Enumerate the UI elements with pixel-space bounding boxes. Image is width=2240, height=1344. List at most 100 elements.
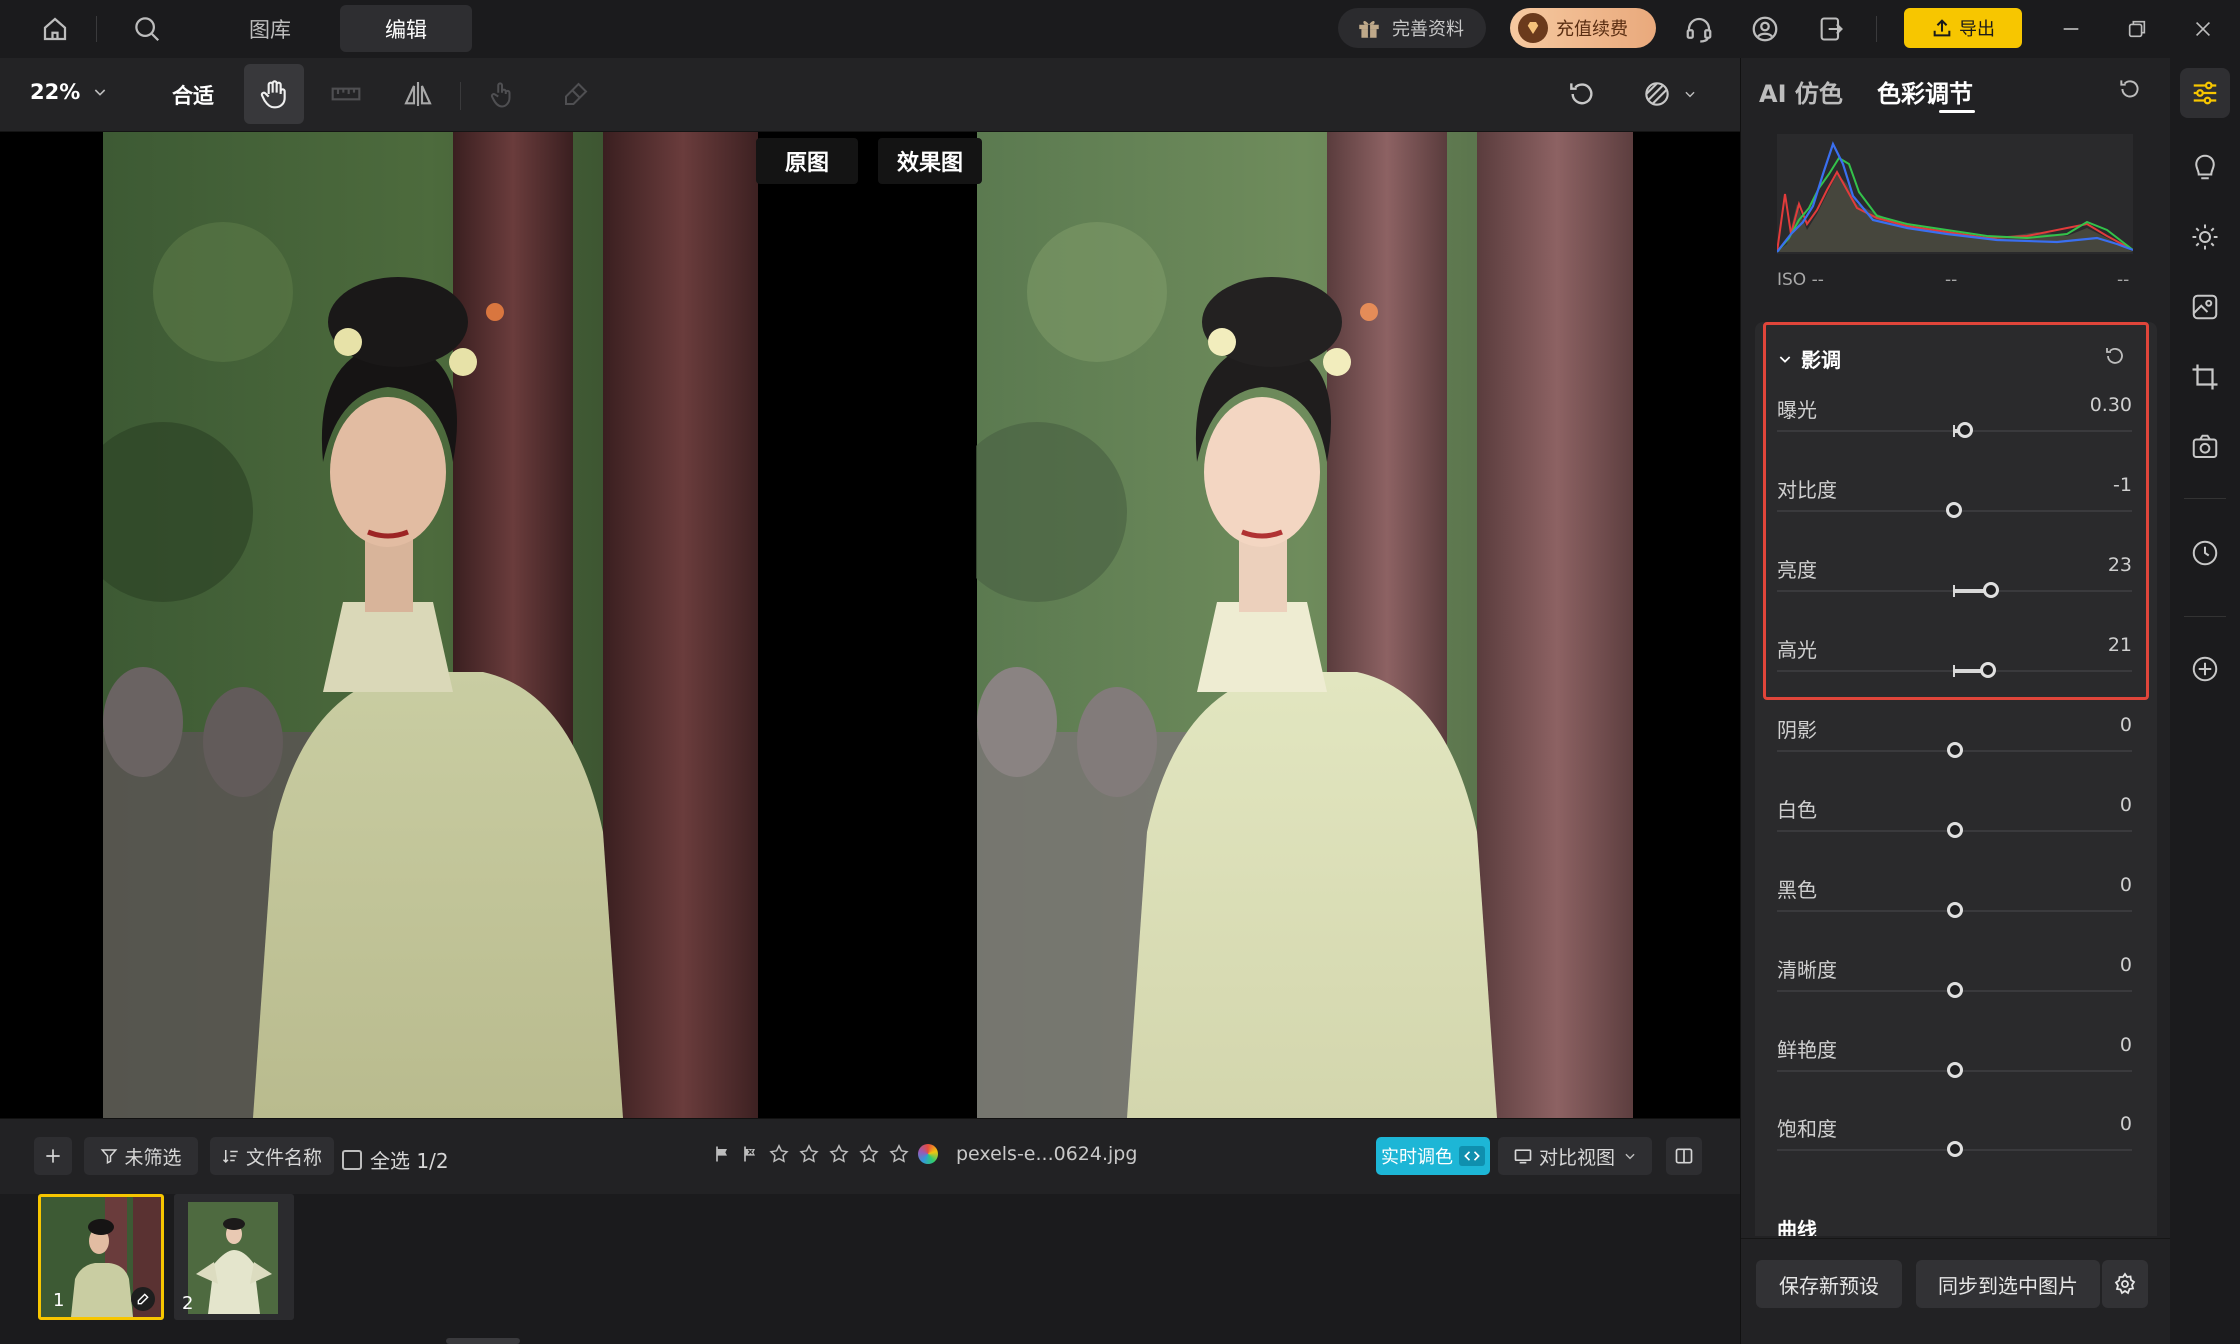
eraser-tool[interactable] — [546, 64, 606, 124]
light-button[interactable] — [2180, 212, 2230, 262]
tab-ai-color[interactable]: AI 仿色 — [1759, 74, 1843, 109]
hand-tool[interactable] — [244, 64, 304, 124]
slider-value[interactable]: 0 — [2120, 794, 2132, 816]
slider-knob[interactable] — [1946, 502, 1962, 518]
crop-button[interactable] — [2180, 352, 2230, 402]
slider-blacks[interactable]: 黑色 0 — [1777, 874, 2132, 954]
star-icon[interactable] — [768, 1143, 790, 1165]
slider-value[interactable]: 0.30 — [2090, 394, 2132, 416]
slider-knob[interactable] — [1947, 742, 1963, 758]
slider-saturation[interactable]: 饱和度 0 — [1777, 1113, 2132, 1193]
image-adjust-button[interactable] — [2180, 282, 2230, 332]
adjust-sliders-button[interactable] — [2180, 68, 2230, 118]
slider-knob[interactable] — [1980, 662, 1996, 678]
slider-clarity[interactable]: 清晰度 0 — [1777, 954, 2132, 1034]
profile-button[interactable]: 完善资料 — [1338, 8, 1486, 48]
slider-knob[interactable] — [1947, 1062, 1963, 1078]
close-icon[interactable] — [2182, 8, 2224, 50]
curves-section[interactable]: 曲线 — [1755, 1194, 2157, 1236]
compare-view-select[interactable]: 对比视图 — [1498, 1137, 1652, 1175]
slider-shadows[interactable]: 阴影 0 — [1777, 714, 2132, 794]
slider-whites[interactable]: 白色 0 — [1777, 794, 2132, 874]
sort-label: 文件名称 — [245, 1146, 322, 1169]
slider-knob[interactable] — [1947, 982, 1963, 998]
slider-value[interactable]: 21 — [2108, 634, 2132, 656]
color-label-icon[interactable] — [918, 1144, 938, 1164]
thumbnail-1[interactable]: 1 — [38, 1194, 164, 1320]
add-tool-button[interactable] — [2180, 644, 2230, 694]
add-button[interactable] — [34, 1137, 72, 1175]
sort-button[interactable]: 文件名称 — [210, 1137, 334, 1175]
slider-knob[interactable] — [1947, 902, 1963, 918]
original-label: 原图 — [756, 138, 858, 184]
touch-tool[interactable] — [472, 64, 532, 124]
home-icon[interactable] — [34, 8, 76, 50]
slider-label: 黑色 — [1777, 878, 1817, 902]
gear-icon — [2113, 1272, 2137, 1296]
portrait-button[interactable] — [2180, 142, 2230, 192]
split-view-button[interactable] — [1666, 1137, 1702, 1175]
search-icon[interactable] — [126, 8, 168, 50]
filmstrip-scrollbar[interactable] — [446, 1338, 520, 1344]
slider-knob[interactable] — [1957, 422, 1973, 438]
thumbnail-2[interactable]: 2 — [174, 1194, 294, 1320]
undo-button[interactable] — [1552, 64, 1612, 124]
slider-knob[interactable] — [1983, 582, 1999, 598]
tab-library[interactable]: 图库 — [220, 5, 320, 52]
crop-icon — [2190, 362, 2220, 392]
minimize-icon[interactable] — [2050, 8, 2092, 50]
select-all-checkbox[interactable]: 全选 1/2 — [342, 1145, 449, 1174]
slider-knob[interactable] — [1947, 1141, 1963, 1157]
slider-exposure[interactable]: 曝光 0.30 — [1777, 394, 2132, 474]
flag-icon[interactable] — [712, 1143, 732, 1165]
filmstrip: 1 2 — [0, 1194, 1740, 1344]
slider-brightness[interactable]: 亮度 23 — [1777, 554, 2132, 634]
logout-icon[interactable] — [1810, 8, 1852, 50]
flip-tool[interactable] — [388, 64, 448, 124]
code-icon — [1459, 1146, 1485, 1166]
clock-icon — [2190, 538, 2220, 568]
tab-color-adjust[interactable]: 色彩调节 — [1877, 74, 1973, 109]
slider-highlights[interactable]: 高光 21 — [1777, 634, 2132, 714]
star-icon[interactable] — [888, 1143, 910, 1165]
image-viewer[interactable]: 原图 效果图 — [0, 132, 1740, 1118]
star-icon[interactable] — [828, 1143, 850, 1165]
slider-value[interactable]: 23 — [2108, 554, 2132, 576]
settings-button[interactable] — [2102, 1260, 2148, 1308]
sync-selected-button[interactable]: 同步到选中图片 — [1916, 1260, 2100, 1308]
fit-button[interactable]: 合适 — [172, 80, 214, 110]
save-preset-button[interactable]: 保存新预设 — [1756, 1260, 1902, 1308]
recharge-button[interactable]: 充值续费 — [1510, 8, 1656, 48]
effect-image — [976, 132, 1633, 1118]
realtime-toggle[interactable]: 实时调色 — [1376, 1137, 1490, 1175]
upload-icon — [1931, 17, 1953, 39]
reset-all-icon[interactable] — [2117, 76, 2143, 102]
split-view-icon — [1674, 1146, 1694, 1166]
star-icon[interactable] — [858, 1143, 880, 1165]
camera-button[interactable] — [2180, 422, 2230, 472]
slider-value[interactable]: 0 — [2120, 714, 2132, 736]
zoom-select[interactable]: 22% — [30, 80, 108, 104]
slider-value[interactable]: -1 — [2113, 474, 2132, 496]
tone-section-header[interactable]: 影调 — [1777, 344, 1841, 373]
slider-value[interactable]: 0 — [2120, 1113, 2132, 1135]
export-label: 导出 — [1959, 19, 1995, 40]
export-button[interactable]: 导出 — [1904, 8, 2022, 48]
slider-knob[interactable] — [1947, 822, 1963, 838]
slider-contrast[interactable]: 对比度 -1 — [1777, 474, 2132, 554]
ruler-tool[interactable] — [316, 64, 376, 124]
reject-flag-icon[interactable] — [740, 1143, 760, 1165]
section-reset-icon[interactable] — [2103, 344, 2127, 368]
slider-value[interactable]: 0 — [2120, 874, 2132, 896]
history-button[interactable] — [2180, 528, 2230, 578]
slider-vibrance[interactable]: 鲜艳度 0 — [1777, 1034, 2132, 1114]
user-icon[interactable] — [1744, 8, 1786, 50]
headset-icon[interactable] — [1678, 8, 1720, 50]
tab-edit[interactable]: 编辑 — [340, 5, 472, 52]
compare-mode-select[interactable] — [1624, 64, 1714, 124]
filter-button[interactable]: 未筛选 — [84, 1137, 198, 1175]
slider-value[interactable]: 0 — [2120, 954, 2132, 976]
star-icon[interactable] — [798, 1143, 820, 1165]
restore-icon[interactable] — [2116, 8, 2158, 50]
slider-value[interactable]: 0 — [2120, 1034, 2132, 1056]
